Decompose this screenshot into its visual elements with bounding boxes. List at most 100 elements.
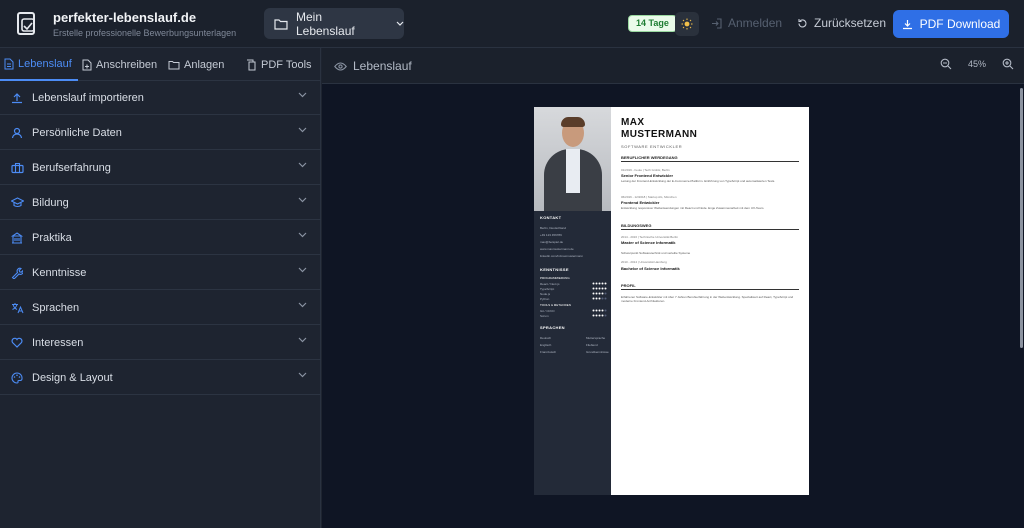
contact-line: Berlin, Deutschland	[540, 226, 567, 230]
language-level: Grundkenntnisse	[586, 350, 609, 354]
skills-subheading: PROGRAMMIERUNG	[540, 276, 570, 280]
user-icon	[11, 127, 23, 138]
section-education[interactable]: Bildung	[0, 186, 321, 220]
skill-dot	[598, 292, 601, 295]
skill-dot	[595, 292, 598, 295]
tab-label: PDF Tools	[261, 58, 312, 71]
language-name: Französisch	[540, 350, 557, 354]
education-title: Master of Science Informatik	[621, 240, 676, 245]
skill-dot	[595, 297, 598, 300]
skills-heading: KENNTNISSE	[540, 267, 569, 272]
skill-name: TypeScript	[540, 287, 555, 291]
language-level: Muttersprache	[586, 336, 606, 340]
section-interests[interactable]: Interessen	[0, 326, 321, 360]
section-label: Lebenslauf importieren	[32, 91, 144, 104]
tool-name: Scrum	[540, 314, 549, 318]
pdf-download-label: PDF Download	[919, 17, 1001, 31]
profile-photo	[534, 107, 611, 211]
skill-dot	[598, 282, 601, 285]
section-languages[interactable]: Sprachen	[0, 291, 321, 325]
copy-icon	[247, 59, 256, 70]
tab-anlagen[interactable]: Anlagen	[164, 48, 242, 81]
section-import[interactable]: Lebenslauf importieren	[0, 81, 321, 115]
section-label: Interessen	[32, 336, 84, 349]
skill-name: Python	[540, 297, 550, 301]
sidebar-tabs: Lebenslauf Anschreiben Anlagen PDF Tools	[0, 48, 321, 81]
skill-name: Node.js	[540, 292, 551, 296]
language-level: Fließend	[586, 343, 598, 347]
skill-dot	[601, 287, 604, 290]
brand-name[interactable]: perfekter-lebenslauf.de	[53, 10, 196, 25]
section-label: Berufserfahrung	[32, 161, 111, 174]
section-experience[interactable]: Berufserfahrung	[0, 151, 321, 185]
job-title: Frontend Entwickler	[621, 200, 660, 205]
palette-icon	[11, 371, 23, 384]
job-title: Senior Frontend Entwickler	[621, 173, 674, 178]
chevron-down-icon	[298, 372, 307, 378]
education-title: Bachelor of Science Informatik	[621, 266, 680, 271]
reset-icon	[798, 18, 807, 27]
chevron-down-icon	[298, 92, 307, 98]
document-select[interactable]: Mein Lebenslauf	[264, 8, 404, 39]
tab-pdf-tools[interactable]: PDF Tools	[242, 48, 320, 81]
language-name: Deutsch	[540, 336, 552, 340]
tab-anschreiben[interactable]: Anschreiben	[78, 48, 164, 81]
login-icon	[712, 17, 722, 29]
briefcase-icon	[10, 162, 24, 173]
section-internships[interactable]: Praktika	[0, 221, 321, 255]
preview-label: Lebenslauf	[353, 59, 412, 73]
skill-dot	[592, 309, 595, 312]
login-button[interactable]: Anmelden	[711, 16, 782, 30]
section-label: Praktika	[32, 231, 72, 244]
theme-toggle-button[interactable]	[675, 12, 699, 36]
section-label: Persönliche Daten	[32, 126, 122, 139]
job-meta: 01/2019 - heute | Tech GmbH, Berlin	[621, 168, 670, 172]
zoom-level: 45%	[967, 59, 986, 69]
skill-dot	[601, 292, 604, 295]
preview-scrollbar[interactable]	[1020, 88, 1023, 348]
resume-page: KONTAKT Berlin, Deutschland +49 123 4567…	[534, 107, 809, 495]
reset-button[interactable]: Zurücksetzen	[797, 16, 886, 30]
login-label: Anmelden	[728, 16, 783, 30]
tools-subheading: TOOLS & METHODEN	[540, 303, 571, 307]
preview-toolbar: Lebenslauf 45%	[322, 48, 1024, 84]
education-meta: 2014 - 2016 | Technische Universität Ber…	[621, 235, 678, 239]
chevron-down-icon	[298, 162, 307, 168]
skill-dot	[604, 309, 607, 312]
tab-label: Anschreiben	[96, 58, 158, 71]
chevron-down-icon	[298, 267, 307, 273]
heart-icon	[11, 337, 23, 348]
section-label: Design & Layout	[32, 371, 113, 384]
skill-dot	[592, 282, 595, 285]
section-label: Kenntnisse	[32, 266, 87, 279]
section-design-layout[interactable]: Design & Layout	[0, 361, 321, 395]
zoom-in-icon[interactable]	[1002, 58, 1014, 70]
skill-dot	[595, 282, 598, 285]
zoom-out-icon[interactable]	[940, 58, 952, 70]
skill-dot	[595, 309, 598, 312]
skill-dot	[601, 314, 604, 317]
chevron-down-icon	[298, 337, 307, 343]
graduation-cap-icon	[10, 197, 24, 208]
eye-icon	[334, 61, 347, 71]
section-personal-data[interactable]: Persönliche Daten	[0, 116, 321, 150]
education-meta: 2010 - 2014 | Universität Hamburg	[621, 260, 667, 264]
chevron-down-icon	[298, 302, 307, 308]
skill-dot	[601, 297, 604, 300]
skill-dot	[592, 297, 595, 300]
skill-dot	[601, 309, 604, 312]
languages-heading: SPRACHEN	[540, 325, 565, 330]
skill-level-dots	[592, 282, 607, 317]
contact-line: www.maxmustermann.de	[540, 247, 574, 251]
skill-dot	[604, 292, 607, 295]
tab-lebenslauf[interactable]: Lebenslauf	[0, 48, 78, 81]
skill-dot	[604, 297, 607, 300]
editor-sidebar: Lebenslauf Anschreiben Anlagen PDF Tools…	[0, 48, 321, 528]
building-icon	[11, 231, 23, 244]
resume-last-name: MUSTERMANN	[621, 129, 698, 140]
preview-area: Lebenslauf 45% KONTAKT Berlin, Deutschla…	[322, 48, 1024, 528]
contact-heading: KONTAKT	[540, 215, 562, 220]
section-skills[interactable]: Kenntnisse	[0, 256, 321, 290]
app-logo-icon[interactable]	[16, 12, 38, 36]
pdf-download-button[interactable]: PDF Download	[893, 10, 1009, 38]
